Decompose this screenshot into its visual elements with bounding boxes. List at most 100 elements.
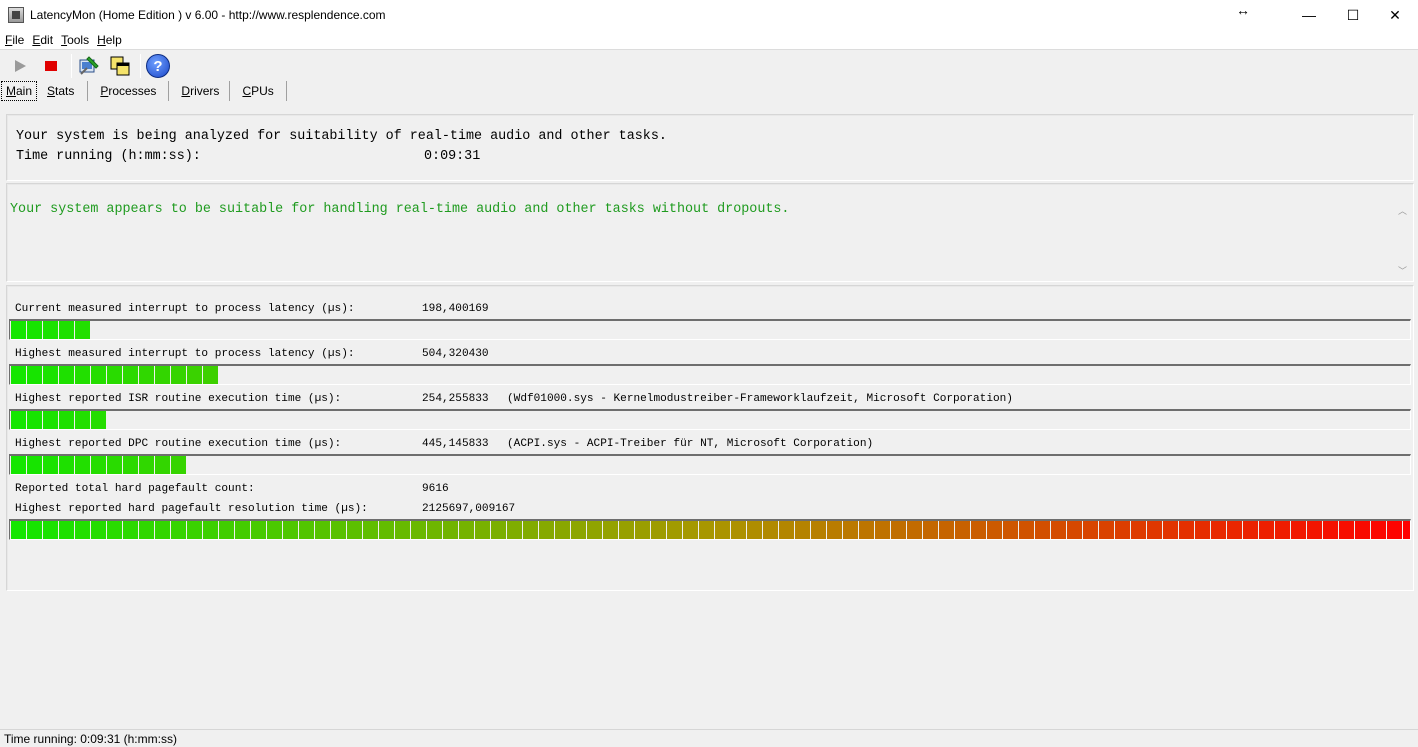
bar-segment [299, 521, 315, 539]
tab-main[interactable]: Main [1, 81, 38, 101]
bar-segment [795, 521, 811, 539]
bar-segment [379, 521, 395, 539]
bar-segment [635, 521, 651, 539]
bar-segment [1291, 521, 1307, 539]
pagefault-time-value: 2125697,009167 [422, 503, 516, 515]
bar-segment [91, 521, 107, 539]
bar-segment [1115, 521, 1131, 539]
bar-segment [107, 366, 123, 384]
bar-segment [859, 521, 875, 539]
bar-segment [747, 521, 763, 539]
help-button[interactable]: ? [144, 52, 172, 80]
bar-segment [523, 521, 539, 539]
bar-segment [811, 521, 827, 539]
bar-segment [411, 521, 427, 539]
bar-segment [27, 366, 43, 384]
menu-tools[interactable]: Tools [61, 33, 89, 47]
bar-segment [123, 521, 139, 539]
bar-segment [1131, 521, 1147, 539]
minimize-button[interactable]: — [1286, 0, 1332, 30]
tab-stats[interactable]: Stats [37, 81, 89, 101]
bar-segment [1099, 521, 1115, 539]
window-title: LatencyMon (Home Edition ) v 6.00 - http… [30, 8, 386, 22]
title-bar[interactable]: LatencyMon (Home Edition ) v 6.00 - http… [0, 0, 1418, 30]
stats-panel: Current measured interrupt to process la… [6, 285, 1414, 591]
bar-segment [75, 521, 91, 539]
stop-button[interactable] [37, 52, 65, 80]
bar-segment [267, 521, 283, 539]
bar-segment [1339, 521, 1355, 539]
time-running-value: 0:09:31 [424, 149, 481, 164]
windows-button[interactable] [106, 52, 134, 80]
bar-segment [1147, 521, 1163, 539]
bar-segment [75, 366, 91, 384]
bar-segment [907, 521, 923, 539]
bar-segment [875, 521, 891, 539]
help-icon: ? [146, 54, 170, 78]
bar-segment [59, 366, 75, 384]
bar-segment [43, 366, 59, 384]
bar-segment [91, 456, 107, 474]
bar-segment [139, 366, 155, 384]
close-button[interactable]: ✕ [1372, 0, 1418, 30]
maximize-button[interactable]: ☐ [1330, 0, 1376, 30]
bar-segment [347, 521, 363, 539]
bar-segment [1243, 521, 1259, 539]
status-text: Time running: 0:09:31 (h:mm:ss) [4, 731, 177, 746]
bar-segment [891, 521, 907, 539]
bar-segment [187, 366, 203, 384]
bar-segment [651, 521, 667, 539]
highest-latency-bar-fill [11, 366, 219, 384]
dpc-bar-fill [11, 456, 187, 474]
bar-segment [91, 411, 107, 429]
bar-segment [75, 456, 91, 474]
bar-segment [43, 411, 59, 429]
current-latency-value: 198,400169 [422, 303, 489, 315]
bar-segment [667, 521, 683, 539]
tab-cpus[interactable]: C PUs [230, 81, 287, 101]
bar-segment [1227, 521, 1243, 539]
bar-segment [251, 521, 267, 539]
bar-segment [11, 366, 27, 384]
tab-processes[interactable]: Processes [88, 81, 170, 101]
bar-segment [107, 521, 123, 539]
bar-segment [43, 456, 59, 474]
bar-segment [27, 321, 43, 339]
bar-segment [1259, 521, 1275, 539]
menu-edit[interactable]: Edit [32, 33, 53, 47]
bar-segment [43, 321, 59, 339]
bar-segment [315, 521, 331, 539]
menu-file[interactable]: File [5, 33, 24, 47]
bar-segment [283, 521, 299, 539]
bar-segment [235, 521, 251, 539]
bar-segment [11, 411, 27, 429]
windows-icon [110, 56, 130, 76]
dpc-driver: (ACPI.sys - ACPI-Treiber für NT, Microso… [507, 438, 874, 450]
bar-segment [715, 521, 731, 539]
bar-segment [1051, 521, 1067, 539]
menu-help[interactable]: Help [97, 33, 122, 47]
bar-segment [203, 366, 219, 384]
scroll-down-icon[interactable]: ﹀ [1398, 264, 1407, 277]
bar-segment [987, 521, 1003, 539]
app-icon [8, 7, 24, 23]
start-button[interactable] [6, 52, 34, 80]
bar-segment [1387, 521, 1403, 539]
bar-segment [443, 521, 459, 539]
bar-segment [1307, 521, 1323, 539]
stop-icon [45, 61, 57, 71]
isr-label: Highest reported ISR routine execution t… [15, 393, 342, 405]
tools-button[interactable] [75, 52, 103, 80]
bar-segment [43, 521, 59, 539]
current-latency-bar-fill [11, 321, 91, 339]
isr-bar [9, 409, 1411, 430]
scroll-up-icon[interactable]: ︿ [1398, 204, 1407, 217]
bar-segment [171, 456, 187, 474]
tab-drivers[interactable]: Drivers [169, 81, 231, 101]
bar-segment [171, 366, 187, 384]
bar-segment [27, 521, 43, 539]
bar-segment [11, 456, 27, 474]
bar-segment [139, 521, 155, 539]
bar-segment [683, 521, 699, 539]
bar-segment [539, 521, 555, 539]
